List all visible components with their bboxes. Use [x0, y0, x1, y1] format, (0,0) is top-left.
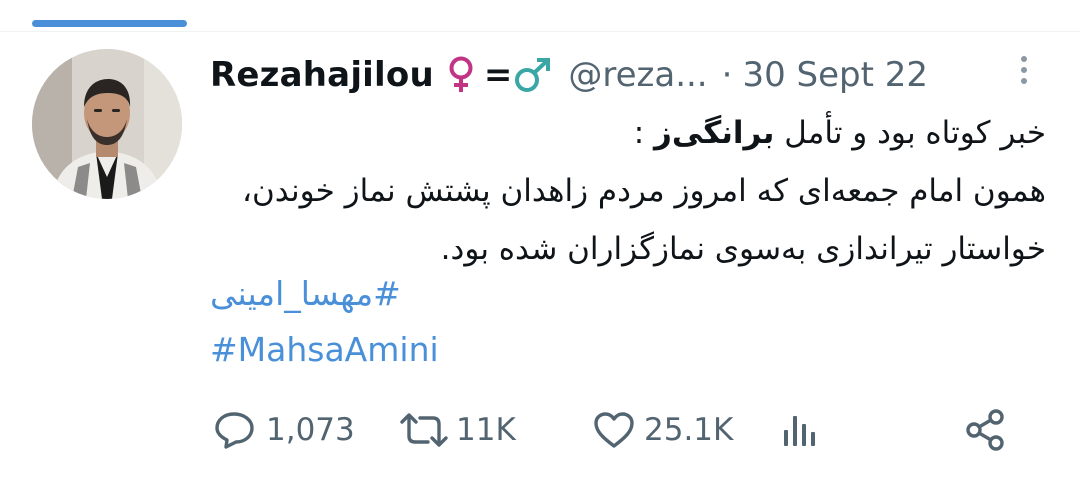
heart-icon	[592, 410, 636, 450]
tweet-timestamp[interactable]: 30 Sept 22	[742, 55, 928, 95]
tweet-action-bar: 1,073 11K 25.1K	[0, 405, 1080, 455]
like-button[interactable]: 25.1K	[592, 405, 733, 455]
retweet-count: 11K	[456, 412, 516, 448]
reply-count: 1,073	[266, 412, 355, 448]
tweet-text-rest: همون امام جمعه‌ای که امروز مردم زاهدان پ…	[241, 173, 1046, 267]
tweet-header: Rezahajilou = @reza... · 30 Sept 22	[210, 50, 1010, 100]
reply-bubble-icon	[214, 410, 256, 450]
user-handle[interactable]: @reza...	[568, 55, 707, 95]
display-name[interactable]: Rezahajilou	[210, 55, 434, 95]
like-count: 25.1K	[644, 412, 734, 448]
hashtag-list: #مهسا_امینی #MahsaAmini	[210, 266, 810, 378]
top-scroll-indicator	[32, 20, 187, 27]
hashtag-mahsa-amini-fa[interactable]: #مهسا_امینی	[210, 266, 401, 322]
retweet-icon	[398, 410, 450, 450]
hashtag-mahsa-amini-en[interactable]: #MahsaAmini	[210, 322, 439, 378]
avatar-photo	[32, 49, 182, 199]
name-emoji: =	[446, 55, 555, 95]
retweet-button[interactable]: 11K	[398, 405, 516, 455]
avatar[interactable]	[32, 49, 182, 199]
tweet-text-bold: برانگی‌ز	[654, 115, 775, 151]
tweet-text-line1: خبر کوتاه بود و تأمل برانگی‌ز :	[633, 115, 1046, 151]
separator-dot: ·	[721, 55, 733, 95]
more-vertical-icon	[1021, 56, 1027, 62]
female-sign-icon	[446, 56, 476, 94]
male-sign-icon	[512, 56, 554, 94]
reply-button[interactable]: 1,073	[214, 405, 355, 455]
share-button[interactable]	[964, 405, 1008, 455]
share-icon	[964, 408, 1008, 452]
top-divider	[0, 31, 1080, 32]
tweet-text: خبر کوتاه بود و تأمل برانگی‌ز : همون اما…	[210, 104, 1046, 278]
views-button[interactable]	[780, 405, 820, 455]
more-options-button[interactable]	[1012, 52, 1036, 88]
equals-sign: =	[483, 55, 513, 95]
bar-chart-icon	[780, 410, 820, 450]
